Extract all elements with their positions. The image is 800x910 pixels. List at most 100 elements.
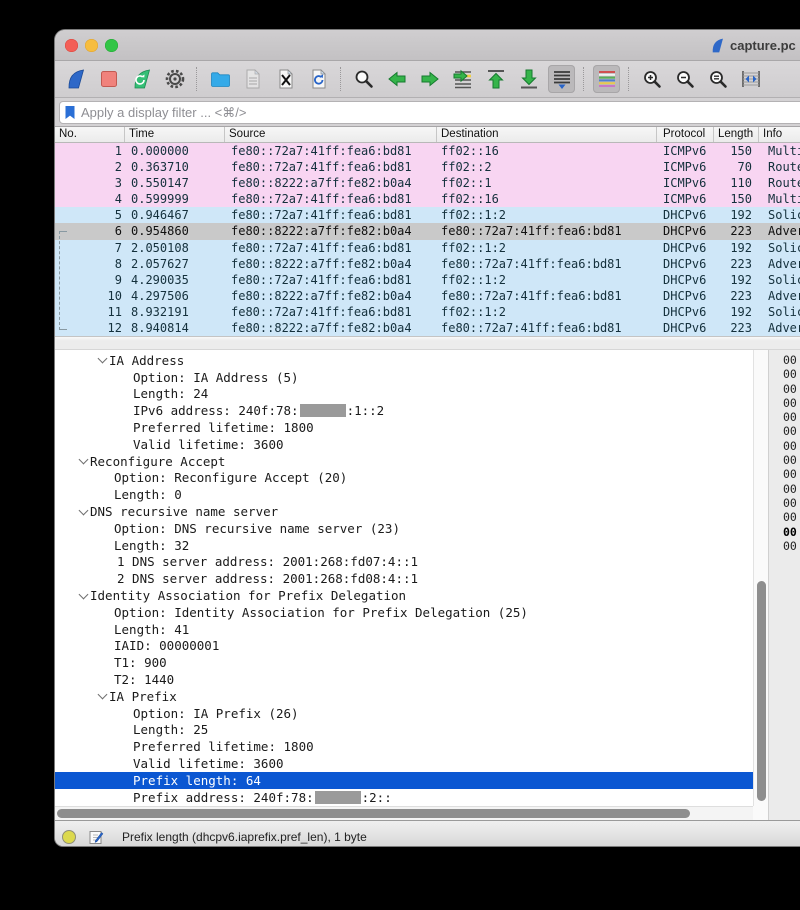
save-file-button[interactable] xyxy=(239,65,266,93)
detail-row[interactable]: Identity Association for Prefix Delegati… xyxy=(55,587,753,604)
packet-row[interactable]: 4 0.599999 fe80::72a7:41ff:fea6:bd81 ff0… xyxy=(55,191,800,208)
packet-row[interactable]: 11 8.932191 fe80::72a7:41ff:fea6:bd81 ff… xyxy=(55,303,800,321)
hex-byte[interactable]: 00 xyxy=(783,410,800,424)
detail-row[interactable]: Length: 24 xyxy=(55,386,753,403)
detail-row[interactable]: T2: 1440 xyxy=(55,671,753,688)
detail-row[interactable]: IA Prefix xyxy=(55,688,753,705)
go-to-bottom-button[interactable] xyxy=(515,65,542,93)
detail-row[interactable]: Option: IA Prefix (26) xyxy=(55,705,753,722)
chevron-down-icon[interactable] xyxy=(76,590,90,602)
packet-row[interactable]: 10 4.297506 fe80::8222:a7ff:fe82:b0a4 fe… xyxy=(55,287,800,304)
colorize-toggle[interactable] xyxy=(593,65,620,93)
detail-horizontal-scrollbar[interactable] xyxy=(55,806,753,820)
hex-byte[interactable]: 00 xyxy=(783,525,800,539)
pane-splitter[interactable] xyxy=(55,336,800,350)
expert-info-button[interactable] xyxy=(61,829,77,845)
detail-row[interactable]: 1 DNS server address: 2001:268:fd07:4::1 xyxy=(55,554,753,571)
reload-file-button[interactable] xyxy=(305,65,332,93)
detail-row[interactable]: Option: DNS recursive name server (23) xyxy=(55,520,753,537)
detail-row[interactable]: 2 DNS server address: 2001:268:fd08:4::1 xyxy=(55,570,753,587)
packet-row[interactable]: 2 0.363710 fe80::72a7:41ff:fea6:bd81 ff0… xyxy=(55,159,800,176)
detail-row[interactable]: IAID: 00000001 xyxy=(55,638,753,655)
column-header-length[interactable]: Length xyxy=(714,127,759,142)
resize-columns-button[interactable] xyxy=(737,65,764,93)
go-forward-button[interactable] xyxy=(416,65,443,93)
column-header-time[interactable]: Time xyxy=(125,127,225,142)
go-to-top-button[interactable] xyxy=(482,65,509,93)
hex-byte[interactable]: 00 xyxy=(783,396,800,410)
detail-row[interactable]: Option: Identity Association for Prefix … xyxy=(55,604,753,621)
chevron-down-icon[interactable] xyxy=(95,690,109,702)
hex-byte[interactable]: 00 xyxy=(783,353,800,367)
capture-options-button[interactable] xyxy=(161,65,188,93)
packet-row[interactable]: 7 2.050108 fe80::72a7:41ff:fea6:bd81 ff0… xyxy=(55,239,800,256)
stop-capture-button[interactable] xyxy=(95,65,122,93)
open-file-button[interactable] xyxy=(206,65,233,93)
detail-row[interactable]: Length: 32 xyxy=(55,537,753,554)
zoom-reset-button[interactable] xyxy=(704,65,731,93)
hex-byte[interactable]: 00 xyxy=(783,367,800,381)
close-file-button[interactable] xyxy=(272,65,299,93)
detail-row[interactable]: Length: 41 xyxy=(55,621,753,638)
hex-byte[interactable]: 00 xyxy=(783,539,800,553)
start-capture-button[interactable] xyxy=(62,65,89,93)
hex-byte[interactable]: 00 xyxy=(783,482,800,496)
detail-row[interactable]: Option: Reconfigure Accept (20) xyxy=(55,470,753,487)
detail-row[interactable]: Prefix address: 240f:78: :2:: xyxy=(55,789,753,806)
column-header-destination[interactable]: Destination xyxy=(437,127,657,142)
close-window-button[interactable] xyxy=(65,39,78,52)
go-back-button[interactable] xyxy=(383,65,410,93)
detail-row[interactable]: Preferred lifetime: 1800 xyxy=(55,419,753,436)
packet-row[interactable]: 9 4.290035 fe80::72a7:41ff:fea6:bd81 ff0… xyxy=(55,271,800,288)
detail-row[interactable]: DNS recursive name server xyxy=(55,503,753,520)
hex-byte[interactable]: 00 xyxy=(783,467,800,481)
detail-row[interactable]: Reconfigure Accept xyxy=(55,453,753,470)
zoom-out-button[interactable] xyxy=(671,65,698,93)
hex-byte[interactable]: 00 xyxy=(783,424,800,438)
detail-row[interactable]: Preferred lifetime: 1800 xyxy=(55,738,753,755)
detail-row[interactable]: Valid lifetime: 3600 xyxy=(55,755,753,772)
horizontal-scrollbar-thumb[interactable] xyxy=(57,809,690,818)
column-header-source[interactable]: Source xyxy=(225,127,437,142)
hex-byte[interactable]: 00 xyxy=(783,382,800,396)
detail-row[interactable]: Valid lifetime: 3600 xyxy=(55,436,753,453)
chevron-down-icon[interactable] xyxy=(95,354,109,366)
column-header-protocol[interactable]: Protocol xyxy=(657,127,714,142)
chevron-down-icon[interactable] xyxy=(76,455,90,467)
zoom-in-button[interactable] xyxy=(638,65,665,93)
detail-row[interactable]: IA Address xyxy=(55,352,753,369)
packet-row[interactable]: 8 2.057627 fe80::8222:a7ff:fe82:b0a4 fe8… xyxy=(55,255,800,272)
display-filter-box[interactable] xyxy=(59,100,800,124)
hex-byte[interactable]: 00 xyxy=(783,453,800,467)
detail-row[interactable]: Prefix length: 64 xyxy=(55,771,753,789)
capture-comment-button[interactable] xyxy=(88,829,104,845)
chevron-down-icon[interactable] xyxy=(76,506,90,518)
find-packet-button[interactable] xyxy=(350,65,377,93)
restart-capture-button[interactable] xyxy=(128,65,155,93)
packet-bytes-pane[interactable]: 00 00 00 00 00 00 00 00 00 00 00 00 00 00 xyxy=(768,350,800,820)
hex-byte[interactable]: 00 xyxy=(783,496,800,510)
detail-vertical-scrollbar[interactable] xyxy=(753,350,768,806)
detail-row[interactable]: Length: 25 xyxy=(55,722,753,739)
bookmark-icon[interactable] xyxy=(64,105,76,120)
detail-row[interactable]: Length: 0 xyxy=(55,486,753,503)
detail-row[interactable]: IPv6 address: 240f:78: :1::2 xyxy=(55,402,753,419)
auto-scroll-toggle[interactable] xyxy=(548,65,575,93)
packet-row[interactable]: 1 0.000000 fe80::72a7:41ff:fea6:bd81 ff0… xyxy=(55,143,800,160)
go-to-packet-button[interactable] xyxy=(449,65,476,93)
zoom-window-button[interactable] xyxy=(105,39,118,52)
packet-row[interactable]: 12 8.940814 fe80::8222:a7ff:fe82:b0a4 fe… xyxy=(55,320,800,336)
packet-row[interactable]: 3 0.550147 fe80::8222:a7ff:fe82:b0a4 ff0… xyxy=(55,175,800,192)
column-header-no[interactable]: No. xyxy=(55,127,125,142)
titlebar[interactable]: capture.pc xyxy=(55,30,800,61)
vertical-scrollbar-thumb[interactable] xyxy=(757,581,766,801)
packet-row[interactable]: 5 0.946467 fe80::72a7:41ff:fea6:bd81 ff0… xyxy=(55,207,800,224)
hex-byte[interactable]: 00 xyxy=(783,510,800,524)
detail-row[interactable]: Option: IA Address (5) xyxy=(55,369,753,386)
minimize-window-button[interactable] xyxy=(85,39,98,52)
display-filter-input[interactable] xyxy=(81,104,800,120)
column-header-info[interactable]: Info xyxy=(759,127,800,142)
packet-row[interactable]: 6 0.954860 fe80::8222:a7ff:fe82:b0a4 fe8… xyxy=(55,223,800,240)
hex-byte[interactable]: 00 xyxy=(783,439,800,453)
detail-row[interactable]: T1: 900 xyxy=(55,654,753,671)
